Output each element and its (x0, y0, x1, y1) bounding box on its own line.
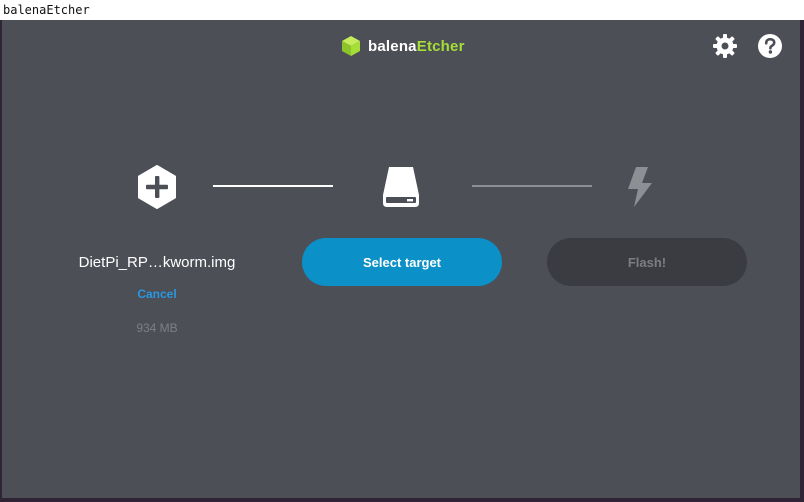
step-connector-2 (472, 185, 592, 187)
help-button[interactable] (757, 33, 783, 59)
logo-text-etcher: Etcher (416, 37, 465, 55)
question-icon (758, 34, 782, 58)
window-title: balenaEtcher (3, 3, 90, 17)
window-titlebar: balenaEtcher (0, 0, 804, 20)
select-target-button[interactable]: Select target (302, 238, 502, 286)
flash-button[interactable]: Flash! (547, 238, 747, 286)
image-size: 934 MB (136, 321, 178, 335)
step-connector-1 (213, 185, 333, 187)
app-logo: balenaEtcher (340, 34, 465, 58)
plus-hexagon-icon[interactable] (137, 165, 177, 209)
lightning-icon (628, 167, 652, 207)
settings-button[interactable] (712, 33, 738, 59)
app-window: balenaEtcher DietPi_RP…kworm.img Cancel … (2, 20, 800, 498)
drive-icon (383, 167, 419, 207)
logo-text-balena: balena (368, 37, 417, 55)
gear-icon (713, 34, 737, 58)
cancel-link[interactable]: Cancel (42, 287, 272, 301)
cube-logo-icon (342, 36, 360, 56)
logo-text: balenaEtcher (368, 38, 465, 55)
image-filename: DietPi_RP…kworm.img (78, 254, 236, 271)
